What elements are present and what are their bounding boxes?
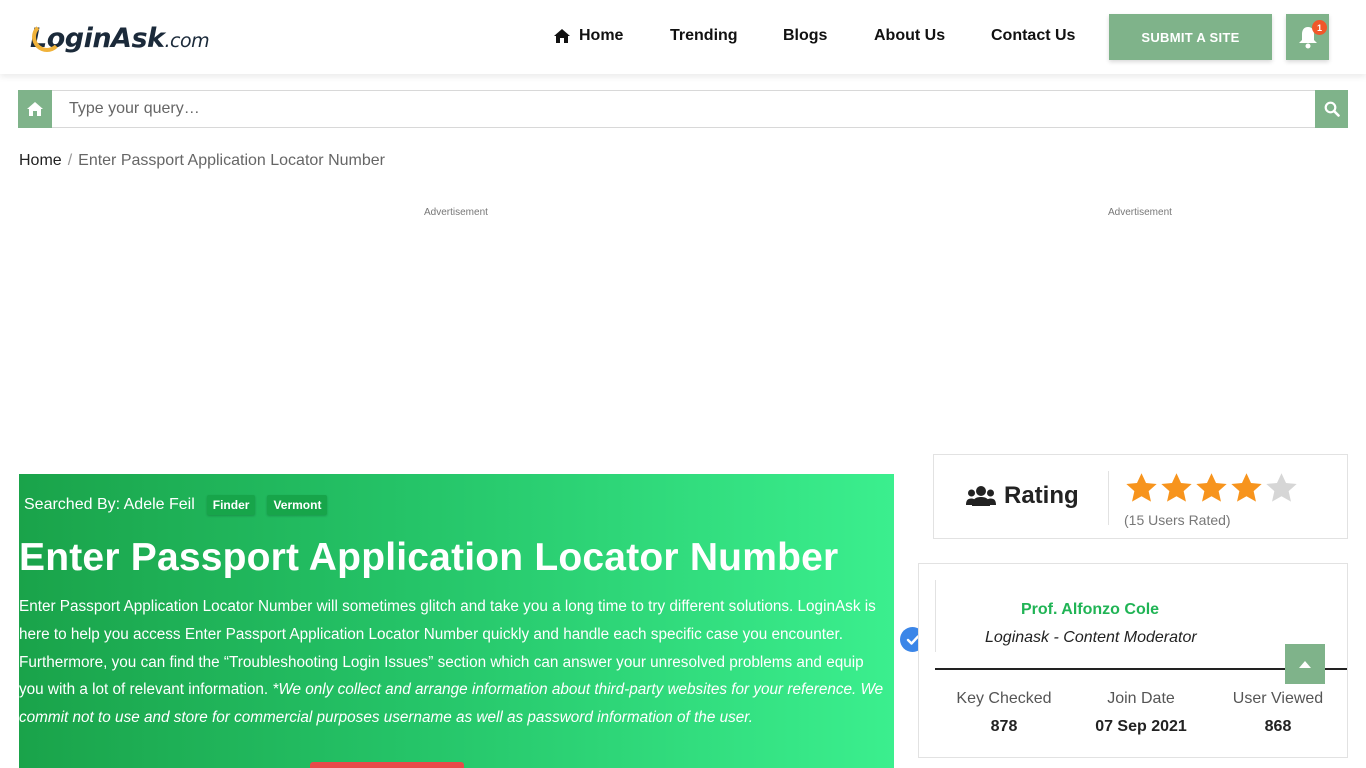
rating-label: Rating	[966, 482, 1079, 510]
star-filled-icon[interactable]	[1229, 471, 1264, 506]
logo-ring-icon	[32, 22, 62, 52]
caret-up-icon	[1299, 661, 1311, 668]
stat-value: 878	[990, 718, 1018, 735]
home-icon	[27, 102, 43, 116]
users-rated-count: (15 Users Rated)	[1124, 512, 1231, 528]
nav-blogs[interactable]: Blogs	[783, 27, 827, 45]
site-header: LoginAsk.com Home Trending Blogs About U…	[0, 0, 1366, 74]
notification-badge: 1	[1312, 20, 1327, 35]
stat-label: Key Checked	[956, 690, 1052, 707]
site-logo[interactable]: LoginAsk.com	[30, 18, 210, 58]
hero-action-button[interactable]	[310, 762, 464, 768]
star-filled-icon[interactable]	[1159, 471, 1194, 506]
star-filled-icon[interactable]	[1124, 471, 1159, 506]
stat-key-checked: Key Checked 878	[939, 690, 1069, 736]
advertisement-label-left: Advertisement	[424, 207, 488, 218]
search-input[interactable]	[53, 91, 1315, 127]
rating-card: Rating (15 Users Rated)	[933, 454, 1348, 539]
star-filled-icon[interactable]	[1194, 471, 1229, 506]
search-button[interactable]	[1315, 90, 1348, 128]
scroll-to-top-button[interactable]	[1285, 644, 1325, 684]
breadcrumb-home[interactable]: Home	[19, 152, 62, 169]
search-home-button[interactable]	[18, 90, 52, 128]
breadcrumb-separator: /	[67, 152, 73, 169]
author-name[interactable]: Prof. Alfonzo Cole	[1021, 601, 1159, 619]
search-bar	[18, 90, 1348, 128]
author-card: Prof. Alfonzo Cole Loginask - Content Mo…	[918, 563, 1348, 758]
stat-user-viewed: User Viewed 868	[1213, 690, 1343, 736]
nav-trending[interactable]: Trending	[670, 27, 738, 45]
tag-finder[interactable]: Finder	[206, 495, 256, 515]
searched-by-text: Searched By: Adele Feil	[24, 496, 195, 513]
breadcrumb-current: Enter Passport Application Locator Numbe…	[78, 152, 385, 169]
nav-contact-us[interactable]: Contact Us	[991, 27, 1075, 45]
stat-value: 07 Sep 2021	[1095, 718, 1187, 735]
nav-home[interactable]: Home	[553, 27, 623, 45]
breadcrumb: Home / Enter Passport Application Locator …	[19, 152, 385, 170]
tag-vermont[interactable]: Vermont	[267, 495, 328, 515]
users-icon	[966, 486, 996, 506]
rating-stars[interactable]	[1124, 471, 1299, 506]
rating-divider	[1108, 471, 1109, 525]
advertisement-label-right: Advertisement	[1108, 207, 1172, 218]
searched-by: Searched By: Adele Feil Finder Vermont	[24, 495, 328, 515]
notification-button[interactable]: 1	[1286, 14, 1329, 60]
author-role: Loginask - Content Moderator	[985, 629, 1197, 646]
author-divider	[935, 580, 936, 652]
stat-value: 868	[1264, 718, 1292, 735]
stat-join-date: Join Date 07 Sep 2021	[1076, 690, 1206, 736]
stat-label: User Viewed	[1232, 690, 1324, 707]
submit-site-button[interactable]: SUBMIT A SITE	[1109, 14, 1272, 60]
star-empty-icon[interactable]	[1264, 471, 1299, 506]
home-icon	[554, 29, 570, 43]
search-icon	[1324, 101, 1340, 117]
nav-about-us[interactable]: About Us	[874, 27, 945, 45]
stat-label: Join Date	[1107, 690, 1175, 707]
hero-section: Searched By: Adele Feil Finder Vermont E…	[19, 474, 894, 768]
page-description: Enter Passport Application Locator Numbe…	[19, 593, 891, 732]
page-title: Enter Passport Application Locator Numbe…	[19, 536, 839, 579]
